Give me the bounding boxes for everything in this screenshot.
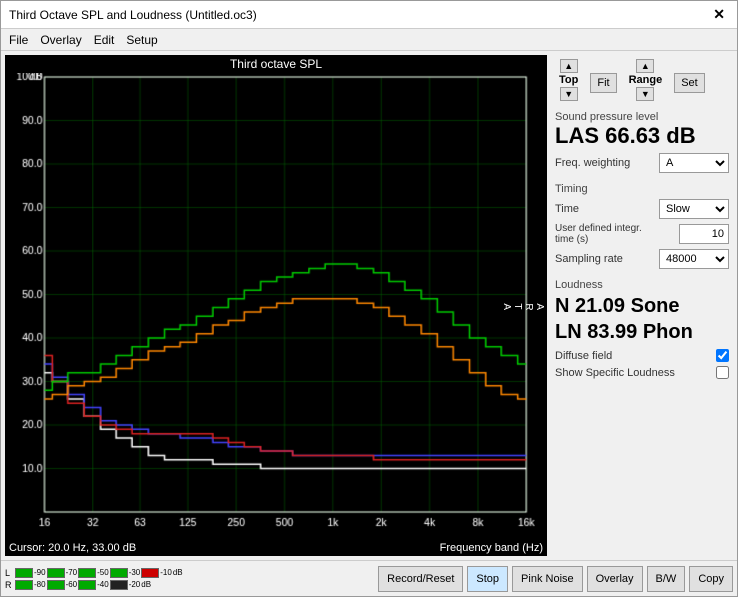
- range-up-button[interactable]: ▲: [636, 59, 654, 73]
- sampling-rate-label: Sampling rate: [555, 253, 623, 265]
- loudness-section: Loudness N 21.09 Sone LN 83.99 Phon Diff…: [555, 279, 729, 379]
- user-defined-input[interactable]: [679, 224, 729, 244]
- freq-weighting-row: Freq. weighting A C Z: [555, 153, 729, 173]
- fit-control-group: Fit: [590, 73, 616, 93]
- top-up-button[interactable]: ▲: [560, 59, 578, 73]
- timing-section: Timing Time Slow Fast User defined integ…: [555, 183, 729, 269]
- diffuse-field-checkbox[interactable]: [716, 349, 729, 362]
- menu-bar: File Overlay Edit Setup: [1, 29, 737, 51]
- sampling-rate-select[interactable]: 48000 44100: [659, 249, 729, 269]
- freq-band-label: Frequency band (Hz): [440, 542, 543, 554]
- set-control-group: Set: [674, 73, 705, 93]
- r-seg-2: [47, 580, 65, 590]
- diffuse-field-label: Diffuse field: [555, 350, 612, 362]
- main-content: Third octave SPL ARTA Cursor: 20.0 Hz, 3…: [1, 51, 737, 560]
- chart-area: Third octave SPL ARTA Cursor: 20.0 Hz, 3…: [5, 55, 547, 556]
- l-meter: -90 -70 -50 -30 -10 dB: [15, 568, 183, 578]
- user-defined-label: User defined integr. time (s): [555, 223, 655, 245]
- menu-setup[interactable]: Setup: [126, 33, 157, 47]
- menu-edit[interactable]: Edit: [94, 33, 115, 47]
- l-channel-label: L: [5, 568, 13, 578]
- l-seg-4: [110, 568, 128, 578]
- time-label: Time: [555, 203, 579, 215]
- overlay-button[interactable]: Overlay: [587, 566, 643, 592]
- menu-overlay[interactable]: Overlay: [40, 33, 81, 47]
- spl-section: Sound pressure level LAS 66.63 dB Freq. …: [555, 111, 729, 173]
- range-control-group: ▲ Range ▼: [625, 59, 667, 101]
- l-seg-2: [47, 568, 65, 578]
- show-specific-label: Show Specific Loudness: [555, 367, 675, 379]
- l-seg-3: [78, 568, 96, 578]
- freq-weighting-select[interactable]: A C Z: [659, 153, 729, 173]
- bottom-bar: L -90 -70 -50 -30 -10 dB R: [1, 560, 737, 596]
- chart-canvas: [5, 73, 547, 540]
- spl-section-label: Sound pressure level: [555, 111, 729, 123]
- ln-value: LN 83.99 Phon: [555, 319, 729, 345]
- freq-weighting-label: Freq. weighting: [555, 157, 630, 169]
- top-label: Top: [555, 73, 582, 87]
- stop-button[interactable]: Stop: [467, 566, 508, 592]
- sidebar: ▲ Top ▼ Fit ▲ Range ▼ Set Sound press: [547, 51, 737, 560]
- l-seg-1: [15, 568, 33, 578]
- show-specific-row: Show Specific Loudness: [555, 366, 729, 379]
- time-select[interactable]: Slow Fast: [659, 199, 729, 219]
- chart-container: ARTA: [5, 73, 547, 540]
- menu-file[interactable]: File: [9, 33, 28, 47]
- r-seg-4: [110, 580, 128, 590]
- r-channel-label: R: [5, 580, 13, 590]
- top-down-button[interactable]: ▼: [560, 87, 578, 101]
- sampling-rate-row: Sampling rate 48000 44100: [555, 249, 729, 269]
- title-bar: Third Octave SPL and Loudness (Untitled.…: [1, 1, 737, 29]
- chart-footer: Cursor: 20.0 Hz, 33.00 dB Frequency band…: [5, 540, 547, 556]
- diffuse-field-row: Diffuse field: [555, 349, 729, 362]
- range-down-button[interactable]: ▼: [636, 87, 654, 101]
- spl-value: LAS 66.63 dB: [555, 123, 729, 149]
- show-specific-checkbox[interactable]: [716, 366, 729, 379]
- time-row: Time Slow Fast: [555, 199, 729, 219]
- set-button[interactable]: Set: [674, 73, 705, 93]
- copy-button[interactable]: Copy: [689, 566, 733, 592]
- bw-button[interactable]: B/W: [647, 566, 686, 592]
- top-control-group: ▲ Top ▼: [555, 59, 582, 101]
- main-window: Third Octave SPL and Loudness (Untitled.…: [0, 0, 738, 597]
- close-button[interactable]: ✕: [709, 6, 729, 23]
- pink-noise-button[interactable]: Pink Noise: [512, 566, 583, 592]
- user-defined-row: User defined integr. time (s): [555, 223, 729, 245]
- record-reset-button[interactable]: Record/Reset: [378, 566, 463, 592]
- arta-label: ARTA: [501, 303, 545, 310]
- window-title: Third Octave SPL and Loudness (Untitled.…: [9, 8, 257, 22]
- r-seg-1: [15, 580, 33, 590]
- n-value: N 21.09 Sone: [555, 293, 729, 319]
- range-label: Range: [625, 73, 667, 87]
- chart-title: Third octave SPL: [5, 55, 547, 73]
- l-seg-5: [141, 568, 159, 578]
- loudness-label: Loudness: [555, 279, 729, 291]
- timing-label: Timing: [555, 183, 729, 195]
- r-seg-3: [78, 580, 96, 590]
- fit-button[interactable]: Fit: [590, 73, 616, 93]
- r-meter: -80 -60 -40 -20 dB: [15, 580, 151, 590]
- cursor-info: Cursor: 20.0 Hz, 33.00 dB: [9, 542, 136, 554]
